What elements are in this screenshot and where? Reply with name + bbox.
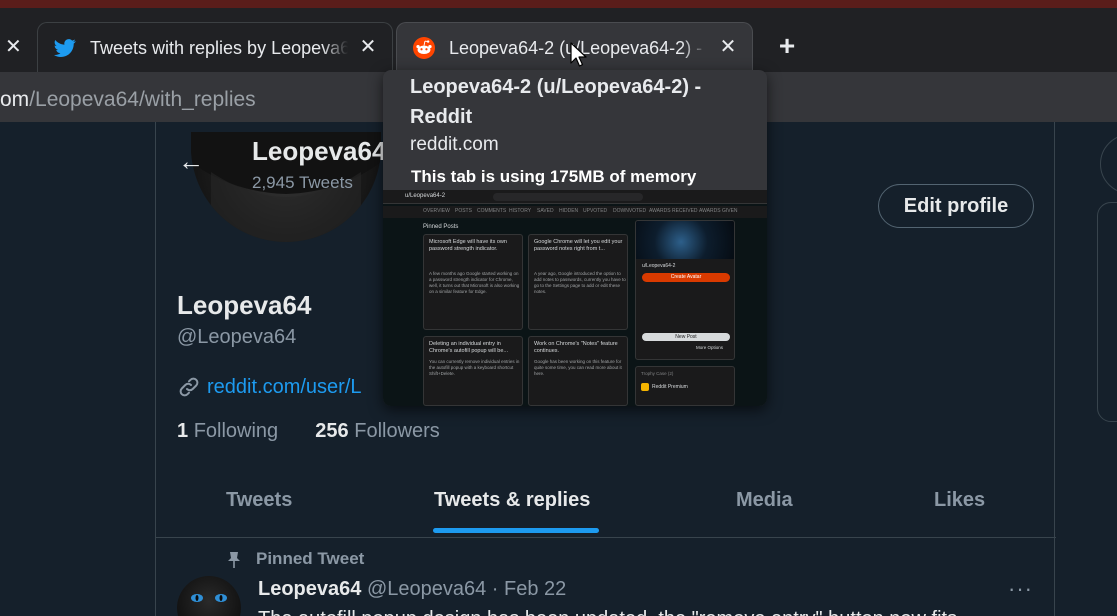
- tab-twitter[interactable]: Tweets with replies by Leopeva64 ✕: [37, 22, 393, 72]
- profile-name: Leopeva64: [177, 290, 312, 320]
- profile-website[interactable]: reddit.com/user/L: [177, 374, 362, 400]
- preview-nav-item: HISTORY: [509, 208, 532, 214]
- following-link[interactable]: 1 Following: [177, 420, 278, 442]
- followers-link[interactable]: 256 Followers: [315, 420, 440, 442]
- hover-card-memory: This tab is using 175MB of memory: [411, 167, 697, 186]
- window-top-strip: [0, 0, 1117, 8]
- preview-search: [493, 193, 643, 201]
- followers-count: 256: [315, 420, 349, 442]
- profile-tabs: Tweets Tweets & replies Media Likes: [156, 472, 1056, 538]
- previous-tab-close-icon[interactable]: ✕: [5, 35, 22, 59]
- preview-post-card: Deleting an individual entry in Chrome's…: [423, 336, 523, 406]
- mouse-cursor-icon: [570, 42, 587, 67]
- preview-post-title: Google Chrome will let you edit your pas…: [534, 239, 623, 252]
- tab-title: Tweets with replies by Leopeva64: [90, 36, 348, 60]
- more-options-icon[interactable]: ···: [1008, 576, 1033, 602]
- preview-nav-item: AWARDS GIVEN: [699, 208, 738, 214]
- tweet-avatar[interactable]: [177, 576, 241, 616]
- preview-nav-item: COMMENTS: [477, 208, 507, 214]
- right-column-panel: [1097, 202, 1117, 422]
- tweet-meta: @Leopeva64 · Feb 22: [366, 578, 567, 600]
- hover-card-domain: reddit.com: [410, 134, 499, 155]
- right-column-search[interactable]: [1100, 134, 1117, 194]
- new-tab-button[interactable]: +: [773, 32, 801, 60]
- preview-post-body: You can currently remove individual entr…: [429, 359, 520, 376]
- preview-nav-item: DOWNVOTED: [613, 208, 647, 214]
- header-tweet-count: 2,945 Tweets: [252, 173, 353, 192]
- preview-more-options: More Options: [696, 345, 724, 350]
- tweet-text: The autofill popup design has been updat…: [258, 606, 1038, 616]
- profile-handle: @Leopeva64: [177, 326, 297, 348]
- preview-profile-sidebar: u/Leopeva64-2 Create Avatar New Post Mor…: [635, 220, 735, 360]
- preview-user: u/Leopeva64-2: [405, 193, 446, 199]
- preview-post-title: Deleting an individual entry in Chrome's…: [429, 341, 509, 354]
- preview-new-post: New Post: [642, 333, 730, 341]
- preview-post-card: Microsoft Edge will have its own passwor…: [423, 234, 523, 330]
- preview-pinned-label: Pinned Posts: [423, 224, 459, 230]
- edit-profile-button[interactable]: Edit profile: [878, 184, 1034, 228]
- cat-face-icon: [191, 594, 227, 602]
- preview-nav-item: SAVED: [537, 208, 554, 214]
- tab-tweets[interactable]: Tweets: [226, 486, 292, 514]
- preview-create-avatar: Create Avatar: [642, 273, 730, 282]
- preview-trophy-case: Trophy Case (2) Reddit Premium: [635, 366, 735, 406]
- tab-hover-card: Leopeva64-2 (u/Leopeva64-2) - Reddit red…: [383, 70, 767, 406]
- back-arrow-icon[interactable]: ←: [178, 148, 204, 174]
- preview-nav-item: HIDDEN: [559, 208, 579, 214]
- following-count: 1: [177, 420, 189, 442]
- tab-likes[interactable]: Likes: [934, 486, 985, 514]
- preview-nav-item: OVERVIEW: [423, 208, 450, 214]
- pinned-tweet-text: Pinned Tweet: [256, 549, 365, 568]
- active-tab-indicator: [433, 528, 599, 533]
- hover-card-title: Leopeva64-2 (u/Leopeva64-2) - Reddit: [410, 76, 702, 128]
- tab-tweets-and-replies[interactable]: Tweets & replies: [434, 486, 590, 514]
- preview-post-title: Work on Chrome's "Notes" feature continu…: [534, 341, 618, 354]
- url-host: om: [0, 88, 30, 111]
- reddit-icon: [413, 37, 435, 59]
- tab-close-icon[interactable]: ✕: [356, 35, 380, 59]
- link-icon: [179, 377, 199, 397]
- preview-nav-item: POSTS: [455, 208, 472, 214]
- url-text[interactable]: om/Leopeva64/with_replies: [0, 87, 256, 113]
- preview-sidebar-handle: u/Leopeva64-2: [642, 263, 676, 269]
- tweet-header: Leopeva64 @Leopeva64 · Feb 22: [258, 576, 566, 602]
- tab-strip: ✕ Tweets with replies by Leopeva64 ✕ Leo…: [0, 8, 1117, 72]
- trophy-icon: [641, 383, 649, 391]
- preview-trophy-item: Reddit Premium: [652, 384, 688, 390]
- preview-nav: OVERVIEW POSTS COMMENTS HISTORY SAVED HI…: [383, 206, 767, 218]
- preview-post-body: A few months ago Google started working …: [429, 271, 520, 294]
- preview-post-body: Google has been working on this feature …: [534, 359, 622, 376]
- follow-stats: 1 Following 256 Followers: [177, 418, 440, 444]
- tab-media[interactable]: Media: [736, 486, 793, 514]
- preview-nav-item: AWARDS RECEIVED: [649, 208, 698, 214]
- preview-post-card: Google Chrome will let you edit your pas…: [528, 234, 628, 330]
- preview-topbar: u/Leopeva64-2: [383, 190, 767, 204]
- followers-label: Followers: [354, 420, 440, 442]
- preview-banner: [636, 221, 734, 259]
- preview-trophy-title: Trophy Case (2): [641, 371, 674, 376]
- twitter-bird-icon: [54, 39, 76, 57]
- preview-post-title: Microsoft Edge will have its own passwor…: [429, 239, 507, 252]
- preview-post-body: A year ago, Google introduced the option…: [534, 271, 626, 294]
- preview-post-card: Work on Chrome's "Notes" feature continu…: [528, 336, 628, 406]
- tab-close-icon[interactable]: ✕: [716, 35, 740, 59]
- preview-nav-item: UPVOTED: [583, 208, 608, 214]
- profile-website-link[interactable]: reddit.com/user/L: [207, 376, 362, 398]
- pin-icon: [228, 551, 240, 568]
- pinned-tweet-label: Pinned Tweet: [226, 548, 364, 570]
- following-label: Following: [193, 420, 279, 442]
- screenshot-root: ✕ Tweets with replies by Leopeva64 ✕ Leo…: [0, 0, 1117, 616]
- header-profile-name: Leopeva64: [252, 136, 387, 166]
- url-path: /Leopeva64/with_replies: [29, 88, 256, 111]
- tweet-author[interactable]: Leopeva64: [258, 578, 361, 600]
- tab-preview-thumbnail: u/Leopeva64-2 OVERVIEW POSTS COMMENTS HI…: [383, 190, 767, 406]
